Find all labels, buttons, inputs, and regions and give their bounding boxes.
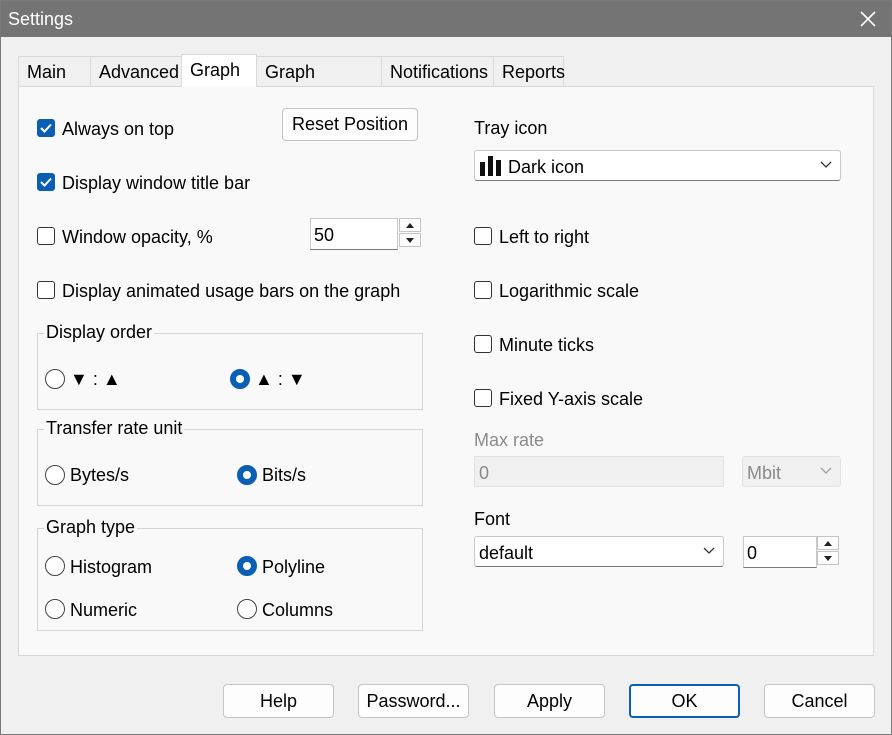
tab-label: Graph (190, 60, 241, 80)
always-on-top-label: Always on top (62, 119, 175, 139)
display-order-up-down-label: ▲ : ▼ (255, 369, 306, 389)
settings-window: Settings Main Advanced Graph Graph Colou… (0, 0, 892, 735)
tray-icon-label: Tray icon (474, 118, 548, 138)
display-order-title: Display order (44, 322, 155, 343)
minute-ticks-checkbox[interactable] (474, 335, 492, 353)
opacity-down-button[interactable] (399, 233, 421, 247)
tab-notifications[interactable]: Notifications (381, 56, 494, 86)
display-order-down-up-radio[interactable] (45, 369, 65, 389)
chevron-down-icon (703, 547, 715, 554)
max-rate-label: Max rate (474, 430, 545, 450)
help-button[interactable]: Help (223, 684, 334, 718)
bytes-per-second-label: Bytes/s (70, 465, 130, 485)
up-arrow-icon (824, 540, 832, 546)
left-to-right-checkbox[interactable] (474, 227, 492, 245)
polyline-radio[interactable] (237, 556, 257, 576)
graph-type-group: Graph type Histogram Polyline Numeric Co… (37, 517, 423, 631)
display-order-down-up-label: ▼ : ▲ (70, 369, 121, 389)
chevron-down-icon (820, 467, 832, 474)
chevron-down-icon (820, 161, 832, 168)
display-order-group: Display order ▼ : ▲ ▲ : ▼ (37, 322, 423, 410)
font-size-value: 0 (747, 543, 758, 563)
max-rate-value: 0 (479, 463, 490, 483)
max-rate-unit-dropdown[interactable]: Mbit (742, 456, 841, 487)
graph-tab-panel: Always on top Reset Position Display win… (18, 86, 874, 656)
opacity-stepper[interactable] (399, 218, 421, 248)
histogram-label: Histogram (70, 557, 153, 577)
opacity-up-button[interactable] (399, 218, 421, 232)
animated-bars-checkbox[interactable] (37, 281, 55, 299)
max-rate-unit-value: Mbit (747, 463, 782, 483)
always-on-top-checkbox[interactable] (37, 119, 55, 137)
left-to-right-label: Left to right (499, 227, 590, 247)
tab-advanced[interactable]: Advanced (90, 56, 182, 86)
font-size-up-button[interactable] (817, 536, 839, 550)
window-title: Settings (8, 9, 74, 29)
down-arrow-icon (406, 237, 414, 243)
opacity-input[interactable]: 50 (310, 218, 398, 250)
tab-graph-colours[interactable]: Graph Colours (256, 56, 382, 112)
graph-type-title: Graph type (44, 517, 138, 538)
tab-label: Advanced (99, 62, 180, 82)
logarithmic-scale-checkbox[interactable] (474, 281, 492, 299)
tray-icon-dropdown[interactable]: Dark icon (474, 150, 841, 181)
close-icon (860, 11, 876, 27)
tab-reports[interactable]: Reports (493, 56, 566, 86)
apply-button[interactable]: Apply (494, 684, 605, 718)
bytes-per-second-radio[interactable] (45, 465, 65, 485)
histogram-radio[interactable] (45, 556, 65, 576)
font-dropdown[interactable]: default (474, 536, 724, 567)
bar-chart-icon (480, 156, 501, 176)
display-order-up-down-radio[interactable] (230, 369, 250, 389)
tab-label: Main (27, 62, 67, 82)
down-arrow-icon (824, 555, 832, 561)
tab-main[interactable]: Main (18, 56, 91, 86)
max-rate-input[interactable]: 0 (474, 456, 724, 487)
font-size-input[interactable]: 0 (743, 536, 817, 568)
up-arrow-icon (406, 222, 414, 228)
title-bar: Settings (1, 1, 891, 37)
transfer-rate-unit-group: Transfer rate unit Bytes/s Bits/s (37, 418, 423, 506)
tray-icon-value: Dark icon (508, 157, 585, 177)
fixed-y-axis-checkbox[interactable] (474, 389, 492, 407)
opacity-value: 50 (314, 225, 335, 245)
tab-label: Reports (502, 62, 566, 82)
bits-per-second-radio[interactable] (237, 465, 257, 485)
cancel-button[interactable]: Cancel (764, 684, 875, 718)
numeric-radio[interactable] (45, 599, 65, 619)
bits-per-second-label: Bits/s (262, 465, 307, 485)
fixed-y-axis-label: Fixed Y-axis scale (499, 389, 644, 409)
columns-label: Columns (262, 600, 334, 620)
checkmark-icon (40, 177, 52, 187)
close-button[interactable] (845, 1, 891, 37)
ok-button[interactable]: OK (629, 684, 740, 718)
tab-graph[interactable]: Graph (181, 54, 257, 87)
minute-ticks-label: Minute ticks (499, 335, 595, 355)
polyline-label: Polyline (262, 557, 326, 577)
password-button[interactable]: Password... (358, 684, 469, 718)
checkmark-icon (40, 123, 52, 133)
font-value: default (479, 543, 534, 563)
display-title-bar-checkbox[interactable] (37, 173, 55, 191)
tab-label: Notifications (390, 62, 489, 82)
reset-position-button[interactable]: Reset Position (282, 108, 418, 141)
font-size-stepper[interactable] (817, 536, 839, 566)
columns-radio[interactable] (237, 599, 257, 619)
display-title-bar-label: Display window title bar (62, 173, 251, 193)
window-opacity-label: Window opacity, % (62, 227, 213, 247)
logarithmic-scale-label: Logarithmic scale (499, 281, 640, 301)
numeric-label: Numeric (70, 600, 138, 620)
font-label: Font (474, 509, 511, 529)
window-opacity-checkbox[interactable] (37, 227, 55, 245)
font-size-down-button[interactable] (817, 551, 839, 565)
transfer-rate-unit-title: Transfer rate unit (44, 418, 185, 439)
animated-bars-label: Display animated usage bars on the graph (62, 281, 401, 301)
